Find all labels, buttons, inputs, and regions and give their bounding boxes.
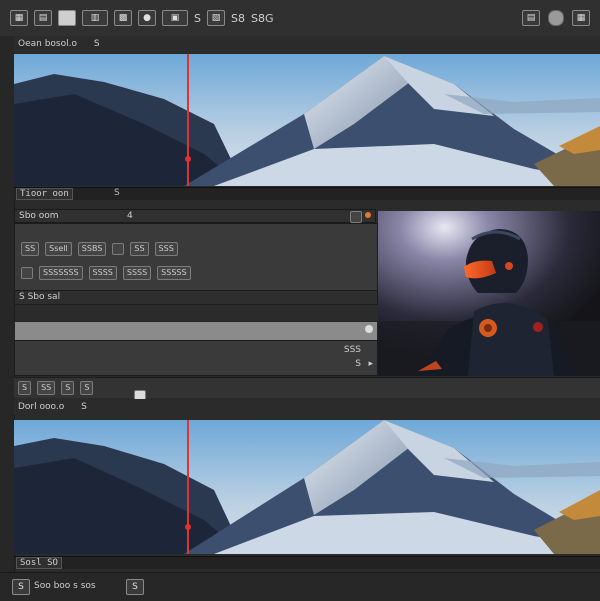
character-preview[interactable] bbox=[378, 211, 600, 376]
controls-panel: SS Ssell SSBS SS SSS SSSSSSS SSSS SSSS S… bbox=[14, 223, 378, 305]
image-icon[interactable]: ▤ bbox=[34, 10, 52, 26]
lower-button-2[interactable]: SS bbox=[37, 381, 56, 395]
top-viewport[interactable] bbox=[14, 54, 600, 186]
status-right-icon[interactable]: S bbox=[126, 579, 144, 595]
toolbar-label-3: S8G bbox=[250, 11, 274, 25]
mid-bar: Sbo oom 4 bbox=[14, 209, 376, 223]
top-timecode: Tioor oon bbox=[16, 188, 73, 200]
status-bar: S Soo boo s sos S bbox=[0, 572, 600, 601]
square-icon[interactable] bbox=[58, 10, 76, 26]
speed-label: SSS bbox=[343, 345, 361, 355]
toolbar-label-2: S8 bbox=[230, 11, 245, 25]
top-panel-header: Oean bosol.o S bbox=[14, 36, 600, 52]
mid-bar-label: Sbo oom bbox=[19, 211, 59, 221]
bottom-playhead-marker[interactable] bbox=[185, 524, 191, 530]
progress-knob-icon[interactable] bbox=[365, 325, 373, 333]
speed-panel: SSS S ▸ bbox=[14, 340, 378, 376]
side-rail bbox=[0, 36, 15, 596]
grid-icon[interactable]: ▦ bbox=[10, 10, 28, 26]
speed-tag: S bbox=[355, 359, 361, 369]
top-panel-title: Oean bosol.o bbox=[18, 39, 77, 49]
progress-track[interactable] bbox=[14, 321, 378, 341]
control-button-2[interactable]: Ssell bbox=[45, 242, 72, 256]
filter-icon[interactable]: ▤ bbox=[522, 10, 540, 26]
speed-arrow-icon[interactable]: ▸ bbox=[368, 359, 373, 369]
playhead-marker[interactable] bbox=[185, 156, 191, 162]
sound-icon[interactable]: ▧ bbox=[206, 10, 225, 26]
control-button-9[interactable]: SSSSS bbox=[157, 266, 191, 280]
control-button-8[interactable]: SSSS bbox=[122, 266, 152, 280]
status-left-icon[interactable]: S bbox=[12, 579, 30, 595]
mid-bar-num: 4 bbox=[127, 211, 133, 221]
controls-row-2: SSSSSSS SSSS SSSS SSSSS bbox=[21, 266, 191, 280]
status-label: Soo boo s sos bbox=[34, 581, 96, 591]
control-button-5[interactable]: SSS bbox=[154, 242, 178, 256]
main-toolbar: ▦ ▤ ▥ ▩ ● ▣ S ▧ S8 S8G ▤ ▦ bbox=[0, 0, 600, 37]
layers-icon[interactable]: ▥ bbox=[82, 10, 108, 26]
mid-bar-toggle[interactable] bbox=[350, 211, 362, 223]
control-button-4[interactable]: SS bbox=[130, 242, 149, 256]
bottom-viewport[interactable] bbox=[14, 420, 600, 554]
window-controls: ▤ ▦ bbox=[522, 10, 590, 26]
lower-button-3[interactable]: S bbox=[61, 381, 75, 395]
control-button-1[interactable]: SS bbox=[21, 242, 40, 256]
toolbar-icon-group: ▦ ▤ ▥ ▩ ● ▣ S ▧ S8 S8G bbox=[10, 10, 273, 26]
bottom-panel-tag: S bbox=[81, 402, 87, 412]
record-indicator-icon bbox=[365, 212, 371, 218]
bottom-timecode: Sosl SO bbox=[16, 557, 62, 569]
circle-icon[interactable]: ● bbox=[138, 10, 156, 26]
grid-icon[interactable]: ▦ bbox=[572, 10, 590, 26]
controls-footer: S Sbo sal bbox=[15, 290, 377, 304]
control-button-3[interactable]: SSBS bbox=[77, 242, 107, 256]
top-panel-tag: S bbox=[93, 39, 100, 49]
lower-button-4[interactable]: S bbox=[80, 381, 94, 395]
bottom-panel-header: Dorl ooo.o S bbox=[14, 399, 600, 415]
settings-icon[interactable] bbox=[548, 10, 564, 26]
bottom-timeline-strip[interactable]: Sosl SO bbox=[14, 556, 600, 569]
top-strip-tag: S bbox=[114, 188, 120, 198]
lower-toolbar-buttons: S SS S S bbox=[18, 381, 94, 395]
controls-footer-label: S Sbo sal bbox=[19, 292, 61, 302]
control-toggle-2[interactable] bbox=[21, 267, 33, 279]
playhead[interactable] bbox=[187, 54, 189, 186]
film-icon[interactable]: ▩ bbox=[114, 10, 132, 26]
lower-button-1[interactable]: S bbox=[18, 381, 32, 395]
progress-fill bbox=[15, 322, 377, 340]
bottom-playhead[interactable] bbox=[187, 420, 189, 554]
top-timeline-strip[interactable]: Tioor oon S bbox=[14, 187, 600, 200]
control-button-6[interactable]: SSSSSSS bbox=[39, 266, 83, 280]
toolbar-label-1: S bbox=[194, 11, 201, 25]
lower-toolbar: S SS S S bbox=[14, 377, 600, 402]
control-toggle-1[interactable] bbox=[112, 243, 125, 255]
controls-row-1: SS Ssell SSBS SS SSS bbox=[21, 242, 178, 256]
control-button-7[interactable]: SSSS bbox=[88, 266, 117, 280]
export-icon[interactable]: ▣ bbox=[162, 10, 188, 26]
bottom-panel-title: Dorl ooo.o bbox=[18, 402, 65, 412]
